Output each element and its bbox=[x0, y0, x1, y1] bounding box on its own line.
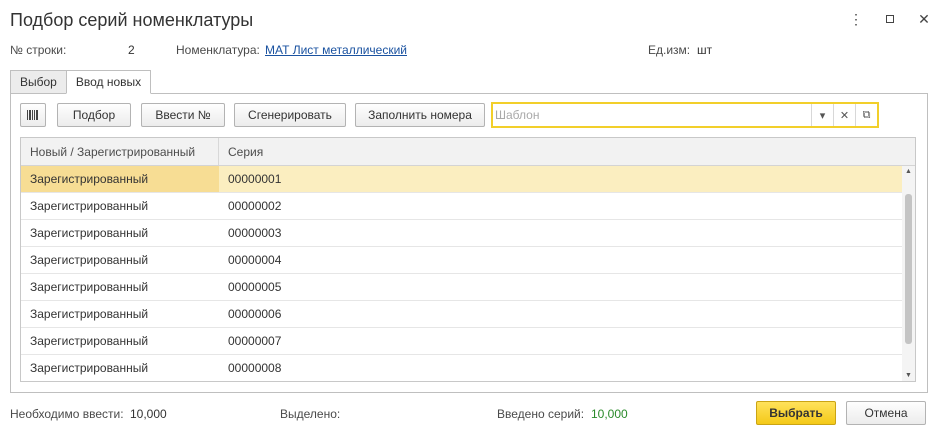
table-row[interactable]: Зарегистрированный 00000007 bbox=[21, 328, 904, 355]
need-value: 10,000 bbox=[130, 407, 167, 421]
nomenclature-label: Номенклатура: bbox=[176, 43, 260, 57]
column-header-series[interactable]: Серия bbox=[219, 138, 915, 165]
open-icon[interactable]: ⧉ bbox=[855, 104, 877, 126]
template-input[interactable] bbox=[495, 105, 815, 125]
pick-button[interactable]: Подбор bbox=[57, 103, 131, 127]
close-icon[interactable]: ✕ bbox=[917, 11, 931, 27]
barcode-icon bbox=[27, 110, 38, 120]
maximize-icon[interactable] bbox=[883, 12, 897, 26]
generate-button[interactable]: Сгенерировать bbox=[234, 103, 346, 127]
cell-series: 00000002 bbox=[228, 199, 282, 213]
table-body: Зарегистрированный 00000001 Зарегистриров… bbox=[21, 166, 904, 381]
table-row[interactable]: Зарегистрированный 00000006 bbox=[21, 301, 904, 328]
info-line: № строки: 2 Номенклатура: МАТ Лист метал… bbox=[0, 43, 941, 59]
window-title: Подбор серий номенклатуры bbox=[10, 10, 254, 30]
window-controls: ⋮ ✕ bbox=[849, 11, 931, 27]
scroll-down-icon[interactable]: ▼ bbox=[905, 372, 912, 379]
clear-icon[interactable]: ✕ bbox=[833, 104, 855, 126]
select-button[interactable]: Выбрать bbox=[756, 401, 836, 425]
scroll-up-icon[interactable]: ▲ bbox=[905, 168, 912, 175]
vertical-scrollbar[interactable]: ▲ ▼ bbox=[902, 166, 915, 381]
enter-numbers-button[interactable]: Ввести № bbox=[141, 103, 225, 127]
table-row[interactable]: Зарегистрированный 00000002 bbox=[21, 193, 904, 220]
entered-label: Введено серий: bbox=[497, 407, 585, 421]
cell-series: 00000006 bbox=[228, 307, 282, 321]
cell-status: Зарегистрированный bbox=[30, 361, 149, 375]
unit-value: шт bbox=[697, 43, 713, 57]
table-row[interactable]: Зарегистрированный 00000004 bbox=[21, 247, 904, 274]
row-number-label: № строки: bbox=[10, 43, 67, 57]
row-number-value: 2 bbox=[128, 43, 135, 57]
dropdown-arrow-icon[interactable]: ▾ bbox=[811, 104, 833, 126]
tab-select[interactable]: Выбор bbox=[10, 70, 67, 94]
cell-status: Зарегистрированный bbox=[30, 307, 149, 321]
table-row[interactable]: Зарегистрированный 00000001 bbox=[21, 166, 904, 193]
table-header: Новый / Зарегистрированный Серия bbox=[21, 138, 915, 166]
cell-series: 00000003 bbox=[228, 226, 282, 240]
cell-status: Зарегистрированный bbox=[30, 280, 149, 294]
cell-status: Зарегистрированный bbox=[30, 253, 149, 267]
tab-bar: Выбор Ввод новых bbox=[10, 70, 152, 94]
cell-series: 00000004 bbox=[228, 253, 282, 267]
scrollbar-thumb[interactable] bbox=[905, 194, 912, 344]
tab-enter-new[interactable]: Ввод новых bbox=[65, 70, 152, 94]
cell-status: Зарегистрированный bbox=[30, 199, 149, 213]
cell-status: Зарегистрированный bbox=[30, 334, 149, 348]
need-label: Необходимо ввести: bbox=[10, 407, 124, 421]
series-table: Новый / Зарегистрированный Серия Зарегис… bbox=[20, 137, 916, 382]
table-row[interactable]: Зарегистрированный 00000003 bbox=[21, 220, 904, 247]
kebab-menu-icon[interactable]: ⋮ bbox=[849, 11, 863, 27]
table-row[interactable]: Зарегистрированный 00000005 bbox=[21, 274, 904, 301]
cell-status: Зарегистрированный bbox=[21, 166, 219, 192]
table-row[interactable]: Зарегистрированный 00000008 bbox=[21, 355, 904, 381]
selected-label: Выделено: bbox=[280, 407, 341, 421]
column-header-status[interactable]: Новый / Зарегистрированный bbox=[21, 138, 219, 165]
cell-series: 00000005 bbox=[228, 280, 282, 294]
fill-numbers-button[interactable]: Заполнить номера bbox=[355, 103, 485, 127]
unit-label: Ед.изм: bbox=[648, 43, 691, 57]
cell-series: 00000007 bbox=[228, 334, 282, 348]
barcode-button[interactable] bbox=[20, 103, 46, 127]
cell-series: 00000001 bbox=[228, 172, 282, 186]
nomenclature-link[interactable]: МАТ Лист металлический bbox=[265, 43, 407, 57]
cancel-button[interactable]: Отмена bbox=[846, 401, 926, 425]
template-combobox: ▾ ✕ ⧉ bbox=[491, 102, 879, 128]
cell-status: Зарегистрированный bbox=[30, 226, 149, 240]
entered-value: 10,000 bbox=[591, 407, 628, 421]
cell-series: 00000008 bbox=[228, 361, 282, 375]
